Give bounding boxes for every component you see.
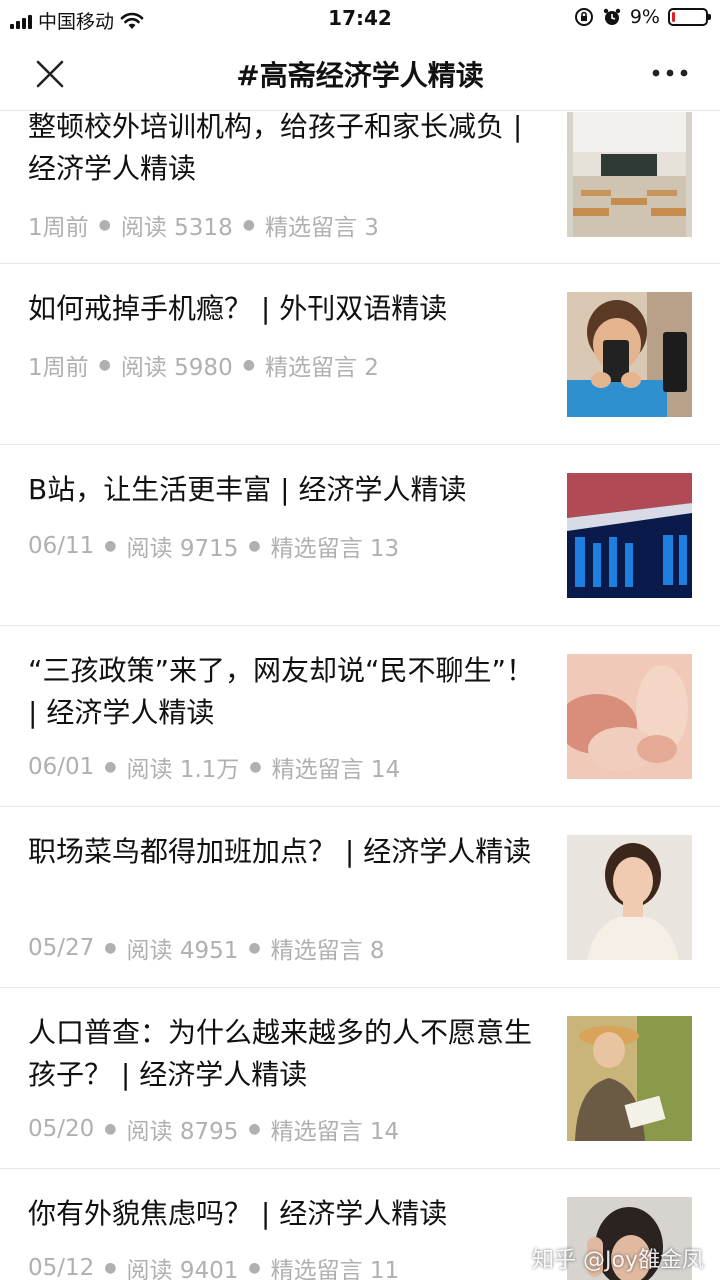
article-item[interactable]: 人口普查：为什么越来越多的人不愿意生孩子？ | 经济学人精读 05/20 ● 阅读… — [0, 988, 720, 1169]
article-meta: 05/20 ● 阅读 8795 ● 精选留言 14 — [28, 1112, 399, 1146]
article-reads: 阅读 1.1万 — [126, 757, 240, 783]
article-reads: 阅读 4951 — [126, 938, 239, 964]
status-bar: 中国移动 17:42 9% — [0, 0, 720, 36]
article-thumbnail[interactable] — [567, 1016, 692, 1141]
article-comments: 精选留言 3 — [264, 215, 379, 241]
article-comments: 精选留言 2 — [264, 355, 379, 381]
article-item[interactable]: 整顿校外培训机构，给孩子和家长减负 | 经济学人精读 1周前 ● 阅读 5318 ●… — [0, 110, 720, 264]
article-item[interactable]: 如何戒掉手机瘾？ | 外刊双语精读 1周前 ● 阅读 5980 ● 精选留言 2 — [0, 264, 720, 445]
article-reads: 阅读 9401 — [126, 1258, 239, 1280]
article-thumbnail[interactable] — [567, 654, 692, 779]
article-date: 1周前 — [28, 215, 89, 241]
battery-icon — [668, 8, 711, 26]
article-reads: 阅读 8795 — [126, 1119, 239, 1145]
article-reads: 阅读 9715 — [126, 536, 239, 562]
article-comments: 精选留言 14 — [271, 757, 401, 783]
article-item[interactable]: 职场菜鸟都得加班加点？ | 经济学人精读 05/27 ● 阅读 4951 ● 精选留… — [0, 807, 720, 988]
article-reads: 阅读 5318 — [120, 215, 233, 241]
article-title: 整顿校外培训机构，给孩子和家长减负 | 经济学人精读 — [28, 110, 523, 185]
article-list: 整顿校外培训机构，给孩子和家长减负 | 经济学人精读 1周前 ● 阅读 5318 ●… — [0, 110, 720, 1280]
article-date: 06/01 — [28, 754, 95, 780]
article-thumbnail[interactable] — [567, 835, 692, 960]
nav-bar: #高斋经济学人精读 — [0, 36, 720, 111]
article-title: 如何戒掉手机瘾？ | 外刊双语精读 — [28, 292, 448, 325]
page-title: #高斋经济学人精读 — [236, 59, 484, 92]
article-comments: 精选留言 14 — [270, 1119, 400, 1145]
alarm-icon — [603, 8, 621, 25]
article-date: 06/11 — [28, 533, 95, 559]
article-title: 人口普查：为什么越来越多的人不愿意生孩子？ | 经济学人精读 — [28, 1016, 533, 1091]
article-meta: 1周前 ● 阅读 5318 ● 精选留言 3 — [28, 208, 379, 242]
battery-percent: 9% — [629, 6, 660, 28]
article-date: 05/20 — [28, 1116, 95, 1142]
status-right: 9% — [574, 6, 711, 28]
article-title: 职场菜鸟都得加班加点？ | 经济学人精读 — [28, 835, 532, 868]
article-date: 1周前 — [28, 355, 89, 381]
article-meta: 06/11 ● 阅读 9715 ● 精选留言 13 — [28, 529, 399, 563]
article-comments: 精选留言 13 — [270, 536, 400, 562]
article-title: B站，让生活更丰富 | 经济学人精读 — [28, 473, 467, 506]
article-title: “三孩政策”来了，网友却说“民不聊生”！ | 经济学人精读 — [28, 654, 535, 729]
article-item[interactable]: B站，让生活更丰富 | 经济学人精读 06/11 ● 阅读 9715 ● 精选留言 … — [0, 445, 720, 626]
article-title: 你有外貌焦虑吗？ | 经济学人精读 — [28, 1197, 448, 1230]
article-meta: 06/01 ● 阅读 1.1万 ● 精选留言 14 — [28, 750, 400, 784]
watermark: 知乎 @Joy雒金凤 — [532, 1248, 704, 1273]
more-icon[interactable] — [650, 61, 690, 85]
article-reads: 阅读 5980 — [120, 355, 233, 381]
article-item[interactable]: “三孩政策”来了，网友却说“民不聊生”！ | 经济学人精读 06/01 ● 阅读 … — [0, 626, 720, 807]
article-date: 05/12 — [28, 1255, 95, 1280]
article-comments: 精选留言 11 — [270, 1258, 400, 1280]
article-meta: 1周前 ● 阅读 5980 ● 精选留言 2 — [28, 348, 379, 382]
article-thumbnail[interactable] — [567, 473, 692, 598]
article-thumbnail[interactable] — [567, 112, 692, 237]
article-meta: 05/27 ● 阅读 4951 ● 精选留言 8 — [28, 931, 385, 965]
article-meta: 05/12 ● 阅读 9401 ● 精选留言 11 — [28, 1251, 399, 1280]
article-date: 05/27 — [28, 935, 95, 961]
article-thumbnail[interactable] — [567, 292, 692, 417]
article-comments: 精选留言 8 — [270, 938, 385, 964]
rotation-lock-icon — [574, 8, 593, 26]
